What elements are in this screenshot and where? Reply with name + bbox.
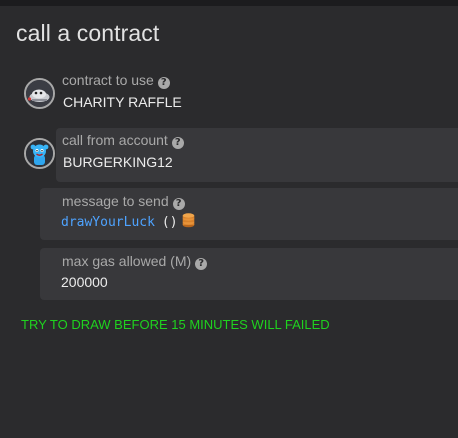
account-field: call from account? BURGERKING12 — [22, 128, 458, 182]
method-selector[interactable]: drawYourLuck () — [61, 213, 195, 231]
contract-field: contract to use? CHARITY RAFFLE — [22, 68, 458, 122]
method-name[interactable]: drawYourLuck — [61, 215, 155, 230]
question-circle-icon[interactable]: ? — [195, 258, 208, 270]
account-value[interactable]: BURGERKING12 — [63, 154, 173, 170]
method-params: () — [161, 215, 178, 230]
question-circle-icon[interactable]: ? — [157, 77, 170, 89]
top-bar — [0, 0, 458, 6]
warning-message: TRY TO DRAW BEFORE 15 MINUTES WILL FAILE… — [21, 317, 330, 332]
blue-character-avatar-icon — [24, 138, 55, 169]
question-circle-icon[interactable]: ? — [172, 198, 185, 210]
page-title: call a contract — [16, 20, 160, 46]
message-panel[interactable]: message to send? drawYourLuck () — [40, 188, 458, 240]
question-circle-icon[interactable]: ? — [171, 137, 184, 149]
gas-input[interactable]: 200000 — [61, 274, 108, 290]
raffle-contract-avatar-icon — [24, 78, 55, 109]
account-label: call from account — [62, 132, 168, 148]
contract-label: contract to use — [62, 72, 154, 88]
gas-panel[interactable]: max gas allowed (M)? 200000 — [40, 248, 458, 300]
contract-value[interactable]: CHARITY RAFFLE — [63, 94, 182, 110]
gas-label: max gas allowed (M) — [62, 253, 192, 269]
message-label: message to send — [62, 193, 169, 209]
coins-icon — [182, 213, 195, 231]
